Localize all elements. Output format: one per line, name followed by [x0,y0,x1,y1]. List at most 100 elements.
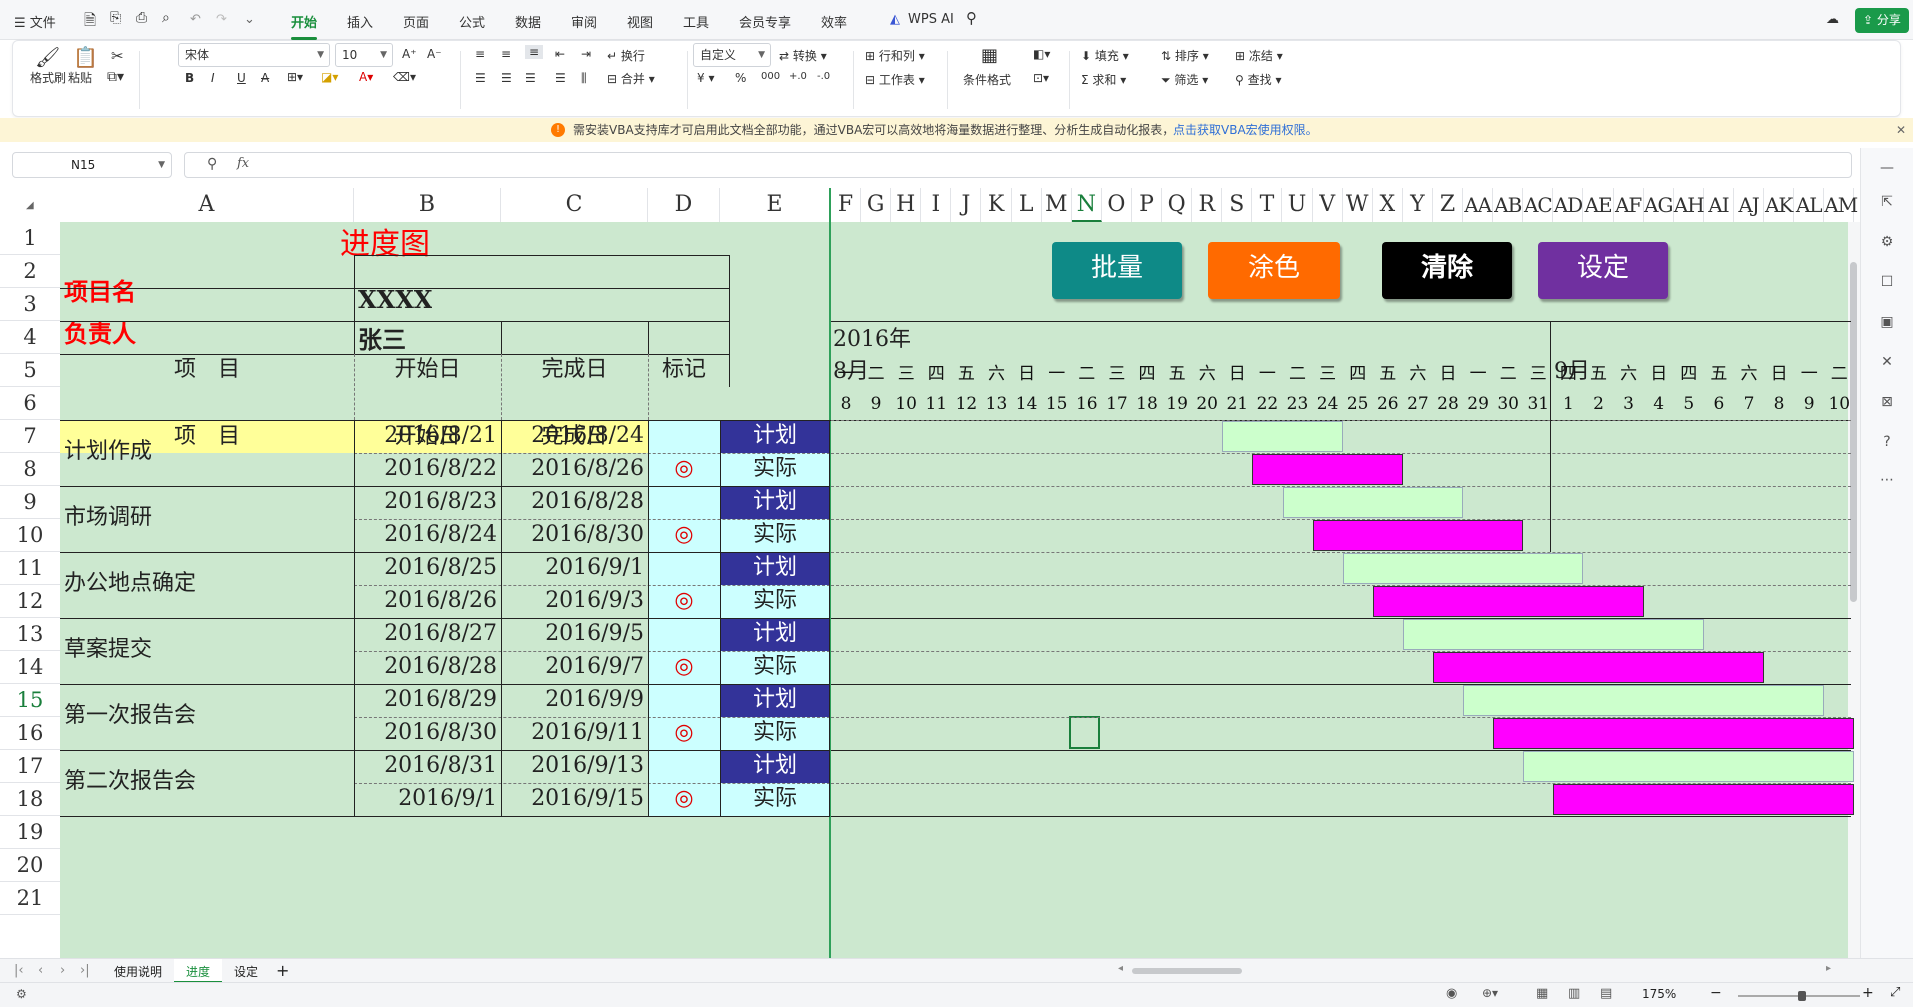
column-header-U[interactable]: U [1282,188,1313,222]
column-header-I[interactable]: I [921,188,952,222]
mark-symbol[interactable]: ◎ [648,453,720,485]
save-icon[interactable]: 🗎 [84,10,96,35]
plan-end-date[interactable]: 2016/9/5 [501,618,644,650]
fullscreen-icon[interactable]: ⤢ [1890,985,1900,1000]
column-header-N[interactable]: N [1071,188,1102,222]
column-header-AG[interactable]: AG [1643,188,1674,222]
column-header-T[interactable]: T [1252,188,1283,222]
tab-page[interactable]: 页面 [403,12,429,31]
tab-home[interactable]: 开始 [291,12,318,40]
align-left-icon[interactable]: ☰ [475,71,486,85]
column-header-A[interactable]: A [60,188,354,222]
row-header-19[interactable]: 19 [0,816,60,849]
sum-button[interactable]: Σ 求和 ▾ [1081,71,1126,88]
share-button[interactable]: ⇪ 分享 [1855,8,1909,33]
spreadsheet-grid[interactable]: ◢ A B C D E 进度图 项目名 XXXX 负责人 张三 项 目 开始日 … [0,188,1860,958]
actual-end-date[interactable]: 2016/9/11 [501,717,644,749]
row-header-5[interactable]: 5 [0,354,60,387]
zoom-out-icon[interactable]: − [1710,985,1722,1001]
row-header-6[interactable]: 6 [0,387,60,420]
font-name-select[interactable]: 宋体 ▼ [178,43,330,67]
row-header-1[interactable]: 1 [0,222,60,255]
actual-label[interactable]: 实际 [720,453,830,486]
cell-style-icon[interactable]: ◧▾ [1033,47,1050,61]
normal-view-icon[interactable]: ▦ [1536,986,1548,1001]
align-bottom-icon[interactable]: ≡ [525,45,544,59]
conditional-format-icon[interactable]: ▦ [981,45,998,66]
tools-icon[interactable]: ✕ [1879,354,1895,370]
zoom-slider-handle[interactable] [1798,991,1806,1001]
column-header-L[interactable]: L [1011,188,1042,222]
wps-ai-icon[interactable]: ◭ [890,12,900,27]
zoom-in-icon[interactable]: + [1862,985,1874,1001]
indent-decrease-icon[interactable]: ⇤ [555,47,565,61]
row-header-21[interactable]: 21 [0,882,60,915]
justify-icon[interactable]: ☰ [555,71,566,85]
preview-icon[interactable]: ⌕ [162,10,170,26]
select-all-corner[interactable]: ◢ [0,188,60,222]
actual-end-date[interactable]: 2016/9/3 [501,585,644,617]
column-header-Y[interactable]: Y [1402,188,1433,222]
eye-protection-icon[interactable]: ◉ [1446,986,1457,1001]
actual-end-date[interactable]: 2016/9/15 [501,783,644,815]
plan-end-date[interactable]: 2016/8/28 [501,486,644,518]
minimize-panel-icon[interactable]: — [1879,160,1895,176]
italic-button[interactable]: I [211,71,215,85]
header-mark[interactable]: 标记 [648,354,720,386]
column-header-AL[interactable]: AL [1794,188,1825,222]
owner-label[interactable]: 负责人 [64,318,136,350]
comment-icon[interactable]: ☐ [1879,274,1895,290]
clear-button[interactable]: 清除 [1382,242,1512,299]
indent-increase-icon[interactable]: ⇥ [581,47,591,61]
search-icon[interactable]: ⚲ [966,9,977,27]
column-header-AC[interactable]: AC [1523,188,1554,222]
mark-symbol[interactable]: ◎ [648,585,720,617]
tab-efficiency[interactable]: 效率 [821,12,847,31]
actual-label[interactable]: 实际 [720,783,830,816]
locate-icon[interactable]: ⊕▾ [1482,986,1498,1000]
fx-icon[interactable]: fx [237,156,249,171]
header-end[interactable]: 完成日 [501,354,648,386]
paste-button[interactable]: 粘贴 [68,69,92,86]
decimal-decrease-icon[interactable]: -.0 [817,71,830,82]
more-icon[interactable]: ⌄ [244,12,255,27]
column-header-AJ[interactable]: AJ [1734,188,1765,222]
row-header-9[interactable]: 9 [0,486,60,519]
row-header-3[interactable]: 3 [0,288,60,321]
table-style-icon[interactable]: ⊡▾ [1033,71,1049,85]
name-box[interactable]: N15 ▼ [12,152,172,178]
tab-tools[interactable]: 工具 [683,12,709,31]
column-header-AH[interactable]: AH [1673,188,1705,222]
column-header-Q[interactable]: Q [1162,188,1193,222]
sheet-tab-progress[interactable]: 进度 [174,959,223,983]
align-middle-icon[interactable]: ≡ [501,47,511,61]
format-painter-button[interactable]: 格式刷 [30,69,66,86]
actual-start-date[interactable]: 2016/9/1 [354,783,497,815]
fill-color-icon[interactable]: ◪▾ [321,70,338,84]
sheet-tab-settings[interactable]: 设定 [234,963,258,980]
cloud-icon[interactable]: ☁ [1826,12,1839,27]
task-name[interactable]: 计划作成 [64,436,152,468]
actual-label[interactable]: 实际 [720,519,830,552]
page-break-icon[interactable]: ▤ [1600,986,1612,1001]
copy-icon[interactable]: ⧉▾ [107,69,124,85]
redo-icon[interactable]: ↷ [216,12,227,27]
plan-end-date[interactable]: 2016/9/9 [501,684,644,716]
vertical-scrollbar[interactable] [1848,222,1860,958]
header-start[interactable]: 开始日 [354,354,501,386]
currency-icon[interactable]: ¥ ▾ [697,71,714,85]
prev-sheet-icon[interactable]: ‹ [38,963,43,978]
actual-start-date[interactable]: 2016/8/24 [354,519,497,551]
column-header-H[interactable]: H [891,188,922,222]
distribute-icon[interactable]: ⫼ [581,71,587,86]
scroll-right-icon[interactable]: ▸ [1826,963,1831,974]
task-name[interactable]: 办公地点确定 [64,568,196,600]
tab-insert[interactable]: 插入 [347,12,373,31]
plan-start-date[interactable]: 2016/8/31 [354,750,497,782]
actual-end-date[interactable]: 2016/9/7 [501,651,644,683]
border-icon[interactable]: ⊞▾ [287,70,303,84]
actual-label[interactable]: 实际 [720,651,830,684]
column-header-B[interactable]: B [354,188,501,222]
row-header-11[interactable]: 11 [0,552,60,585]
owner-value[interactable]: 张三 [358,324,406,356]
